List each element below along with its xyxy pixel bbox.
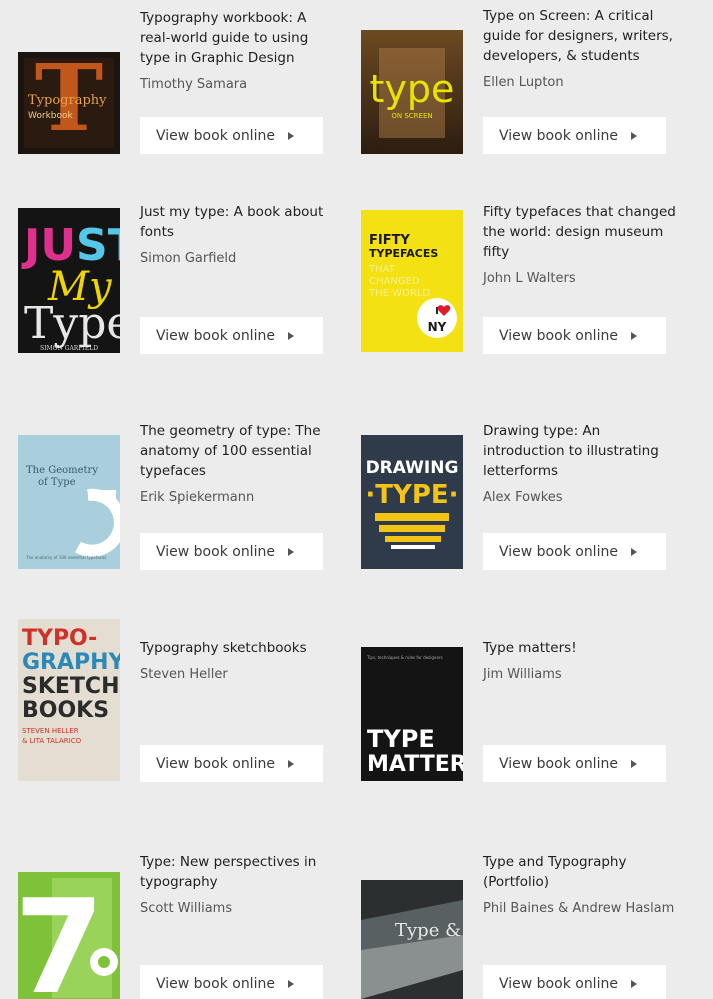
svg-text:TYPEFACES: TYPEFACES	[369, 247, 438, 260]
typography-sketchbooks-cover[interactable]: TYPO- GRAPHY SKETCH- BOOKS STEVEN HELLER…	[18, 619, 120, 781]
svg-text:TYPE: TYPE	[367, 725, 435, 753]
book-title: Type: New perspectives in typography	[140, 854, 317, 890]
book-author: Phil Baines & Andrew Haslam	[483, 901, 675, 916]
geometry-of-type-cover[interactable]: The Geometry of Type The anatomy of 100 …	[18, 435, 120, 569]
svg-text:MATTERS: MATTERS	[367, 752, 463, 777]
book-author: Erik Spiekermann	[140, 490, 255, 505]
button-label: View book online	[156, 543, 275, 560]
svg-text:GRAPHY: GRAPHY	[22, 650, 120, 675]
book-title: Typography sketchbooks	[140, 640, 307, 656]
book-author: Timothy Samara	[140, 77, 248, 92]
svg-text:Tips, techniques & rules for d: Tips, techniques & rules for designers	[366, 655, 443, 660]
view-book-online-button[interactable]: View book online	[140, 745, 323, 782]
arrow-right-icon	[630, 759, 637, 768]
button-label: View book online	[156, 127, 275, 144]
book-author: Steven Heller	[140, 667, 228, 682]
arrow-right-icon	[287, 331, 294, 340]
book-title: Type on Screen: A critical guide for des…	[483, 8, 673, 64]
typography-workbook-cover[interactable]: T Typography Workbook	[18, 52, 120, 154]
book-title: The geometry of type: The anatomy of 100…	[140, 423, 321, 479]
drawing-type-cover[interactable]: DRAWING ·TYPE·	[361, 435, 463, 569]
button-label: View book online	[499, 975, 618, 992]
svg-text:SIMON GARFIELD: SIMON GARFIELD	[40, 345, 98, 352]
svg-text:Type &: Type &	[395, 920, 461, 941]
svg-text:type: type	[370, 67, 455, 111]
svg-text:DRAWING: DRAWING	[366, 458, 459, 478]
book-title: Just my type: A book about fonts	[140, 204, 324, 240]
button-label: View book online	[156, 755, 275, 772]
svg-text:CHANGED: CHANGED	[369, 276, 420, 287]
book-title: Drawing type: An introduction to illustr…	[483, 423, 659, 479]
arrow-right-icon	[287, 979, 294, 988]
view-book-online-button[interactable]: View book online	[140, 965, 323, 999]
type-matters-cover[interactable]: Tips, techniques & rules for designers T…	[361, 647, 463, 781]
arrow-right-icon	[630, 331, 637, 340]
view-book-online-button[interactable]: View book online	[140, 533, 323, 570]
book-author: Ellen Lupton	[483, 75, 564, 90]
book-title: Fifty typefaces that changed the world: …	[483, 204, 676, 260]
svg-text:THE WORLD: THE WORLD	[368, 288, 430, 299]
book-title: Typography workbook: A real-world guide …	[140, 10, 309, 66]
view-book-online-button[interactable]: View book online	[483, 745, 666, 782]
type-new-perspectives-cover[interactable]: 7	[18, 872, 120, 999]
svg-text:STEVEN HELLER: STEVEN HELLER	[22, 727, 79, 735]
svg-text:FIFTY: FIFTY	[369, 233, 410, 248]
svg-text:Type: Type	[24, 298, 120, 349]
button-label: View book online	[499, 127, 618, 144]
view-book-online-button[interactable]: View book online	[483, 117, 666, 154]
svg-text:Workbook: Workbook	[28, 111, 74, 121]
svg-text:ON SCREEN: ON SCREEN	[391, 112, 432, 120]
arrow-right-icon	[287, 759, 294, 768]
svg-text:TYPO-: TYPO-	[22, 626, 97, 651]
arrow-right-icon	[630, 979, 637, 988]
svg-text:The Geometry: The Geometry	[26, 465, 98, 476]
svg-text:& LITA TALARICO: & LITA TALARICO	[22, 737, 82, 745]
arrow-right-icon	[630, 131, 637, 140]
arrow-right-icon	[287, 547, 294, 556]
svg-text:of Type: of Type	[38, 477, 76, 488]
book-author: Simon Garfield	[140, 251, 237, 266]
book-title: Type and Typography (Portfolio)	[483, 854, 627, 890]
view-book-online-button[interactable]: View book online	[140, 117, 323, 154]
svg-text:THAT: THAT	[368, 264, 396, 275]
type-on-screen-cover[interactable]: type ON SCREEN	[361, 30, 463, 154]
svg-text:NY: NY	[428, 320, 447, 334]
book-title: Type matters!	[483, 640, 577, 656]
view-book-online-button[interactable]: View book online	[483, 533, 666, 570]
button-label: View book online	[499, 327, 618, 344]
view-book-online-button[interactable]: View book online	[483, 965, 666, 999]
book-author: Jim Williams	[483, 667, 562, 682]
book-author: Alex Fowkes	[483, 490, 563, 505]
book-author: John L Walters	[483, 271, 576, 286]
svg-text:Typography: Typography	[28, 93, 107, 108]
svg-text:·TYPE·: ·TYPE·	[365, 480, 458, 510]
type-and-typography-cover[interactable]: Type &	[361, 880, 463, 999]
svg-text:7: 7	[18, 872, 104, 999]
view-book-online-button[interactable]: View book online	[483, 317, 666, 354]
view-book-online-button[interactable]: View book online	[140, 317, 323, 354]
button-label: View book online	[156, 975, 275, 992]
book-author: Scott Williams	[140, 901, 233, 916]
arrow-right-icon	[630, 547, 637, 556]
arrow-right-icon	[287, 131, 294, 140]
just-my-type-cover[interactable]: JU ST My Type SIMON GARFIELD	[18, 208, 120, 353]
fifty-typefaces-cover[interactable]: FIFTY TYPEFACES THAT CHANGED THE WORLD I…	[361, 210, 463, 352]
svg-text:SKETCH-: SKETCH-	[22, 674, 120, 699]
svg-text:The anatomy of 100 essential t: The anatomy of 100 essential typefaces	[25, 555, 106, 560]
svg-text:BOOKS: BOOKS	[22, 698, 109, 723]
button-label: View book online	[499, 755, 618, 772]
button-label: View book online	[499, 543, 618, 560]
button-label: View book online	[156, 327, 275, 344]
